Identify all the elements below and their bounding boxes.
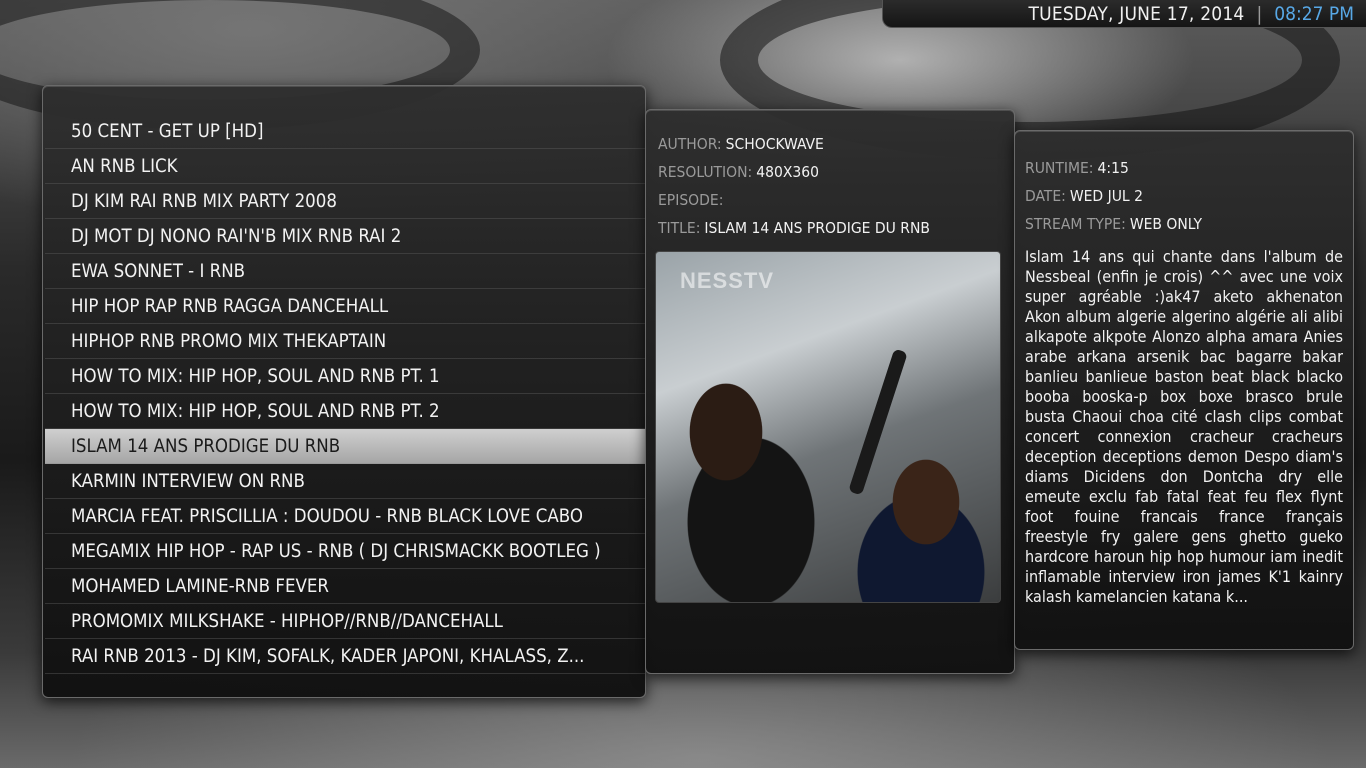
stream-type-label: STREAM TYPE: [1025, 215, 1126, 233]
stream-type-value: WEB ONLY [1129, 215, 1203, 233]
list-item[interactable]: KARMIN INTERVIEW ON RNB [45, 464, 645, 499]
list-item[interactable]: AN RNB LICK [45, 149, 645, 184]
microphone-shape [848, 348, 908, 496]
list-item[interactable]: HIPHOP RNB PROMO MIX THEKAPTAIN [45, 324, 645, 359]
date-value: WED JUL 2 [1069, 187, 1143, 205]
list-item[interactable]: ISLAM 14 ANS PRODIGE DU RNB [45, 429, 645, 464]
runtime-value: 4:15 [1097, 159, 1129, 177]
video-meta: RUNTIME: 4:15 DATE: WED JUL 2 STREAM TYPE:… [1025, 154, 1202, 238]
resolution-value: 480X360 [756, 163, 820, 181]
episode-row: EPISODE: [658, 186, 930, 214]
thumbnail-logo: NESSTV [680, 268, 775, 293]
clock-bar: TUESDAY, JUNE 17, 2014 | 08:27 PM [882, 0, 1366, 28]
video-description: Islam 14 ans qui chante dans l'album de … [1025, 247, 1343, 606]
runtime-label: RUNTIME: [1025, 159, 1094, 177]
video-info-panel: AUTHOR: SCHOCKWAVE RESOLUTION: 480X360 EPI… [645, 109, 1015, 674]
clock-separator: | [1256, 2, 1263, 25]
resolution-label: RESOLUTION: [658, 163, 753, 181]
list-item[interactable]: HOW TO MIX: HIP HOP, SOUL AND RNB PT. 1 [45, 359, 645, 394]
list-item[interactable]: MARCIA FEAT. PRISCILLIA : DOUDOU - RNB B… [45, 499, 645, 534]
list-item[interactable]: DJ MOT DJ NONO RAI'N'B MIX RNB RAI 2 [45, 219, 645, 254]
list-item[interactable]: RAI RNB 2013 - DJ KIM, SOFALK, KADER JAP… [45, 639, 645, 674]
list-item[interactable]: PROMOMIX MILKSHAKE - HIPHOP//RNB//DANCEH… [45, 604, 645, 639]
title-row: TITLE: ISLAM 14 ANS PRODIGE DU RNB [658, 214, 930, 242]
list-item[interactable]: HOW TO MIX: HIP HOP, SOUL AND RNB PT. 2 [45, 394, 645, 429]
video-details-panel: RUNTIME: 4:15 DATE: WED JUL 2 STREAM TYPE:… [1014, 130, 1354, 650]
author-value: SCHOCKWAVE [725, 135, 824, 153]
video-info: AUTHOR: SCHOCKWAVE RESOLUTION: 480X360 EPI… [658, 130, 930, 242]
list-item[interactable]: 50 CENT - GET UP [HD] [45, 114, 645, 149]
author-label: AUTHOR: [658, 135, 722, 153]
title-value: ISLAM 14 ANS PRODIGE DU RNB [704, 219, 930, 237]
list-item[interactable]: DJ KIM RAI RNB MIX PARTY 2008 [45, 184, 645, 219]
runtime-row: RUNTIME: 4:15 [1025, 154, 1202, 182]
episode-label: EPISODE: [658, 191, 724, 209]
list-item[interactable]: HIP HOP RAP RNB RAGGA DANCEHALL [45, 289, 645, 324]
list-item[interactable]: EWA SONNET - I RNB [45, 254, 645, 289]
current-date: TUESDAY, JUNE 17, 2014 [1028, 2, 1245, 25]
list-item[interactable]: MEGAMIX HIP HOP - RAP US - RNB ( DJ CHRI… [45, 534, 645, 569]
stream-type-row: STREAM TYPE: WEB ONLY [1025, 210, 1202, 238]
title-label: TITLE: [658, 219, 701, 237]
date-label: DATE: [1025, 187, 1066, 205]
video-list-panel: 50 CENT - GET UP [HD] AN RNB LICK DJ KIM R… [42, 85, 646, 698]
video-thumbnail: NESSTV [655, 251, 1001, 603]
date-row: DATE: WED JUL 2 [1025, 182, 1202, 210]
video-list: 50 CENT - GET UP [HD] AN RNB LICK DJ KIM R… [45, 114, 645, 674]
current-time: 08:27 PM [1274, 2, 1354, 25]
list-item[interactable]: MOHAMED LAMINE-RNB FEVER [45, 569, 645, 604]
author-row: AUTHOR: SCHOCKWAVE [658, 130, 930, 158]
resolution-row: RESOLUTION: 480X360 [658, 158, 930, 186]
